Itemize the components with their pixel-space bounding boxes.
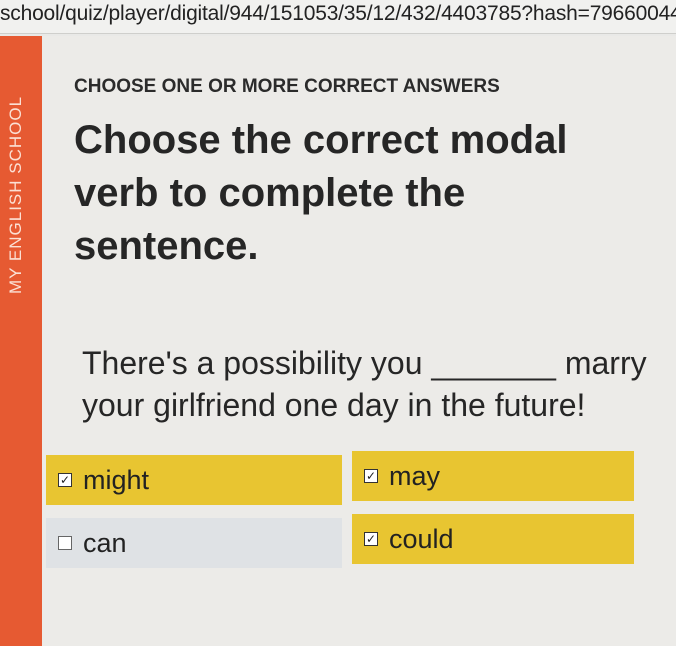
answer-option-could[interactable]: ✓ could	[352, 514, 634, 564]
checkbox-empty-icon[interactable]	[58, 536, 72, 550]
address-bar[interactable]: school/quiz/player/digital/944/151053/35…	[0, 0, 676, 34]
answer-label: can	[83, 527, 127, 558]
brand-sidebar: MY ENGLISH SCHOOL	[0, 36, 42, 646]
question-title: Choose the correct modal verb to complet…	[74, 118, 568, 268]
answer-option-might[interactable]: ✓ might	[46, 455, 342, 505]
answer-label: could	[389, 523, 454, 554]
answer-label: might	[83, 464, 150, 495]
brand-logo-text: MY ENGLISH SCHOOL	[6, 95, 25, 294]
checkbox-checked-icon[interactable]: ✓	[58, 473, 72, 487]
checkbox-checked-icon[interactable]: ✓	[364, 532, 378, 546]
question-sentence: There's a possibility you _______ marry …	[82, 345, 647, 423]
answer-label: may	[389, 460, 441, 491]
instruction-text: CHOOSE ONE OR MORE CORRECT ANSWERS	[74, 76, 500, 97]
answer-option-may[interactable]: ✓ may	[352, 451, 634, 501]
checkbox-checked-icon[interactable]: ✓	[364, 469, 378, 483]
url-text[interactable]: school/quiz/player/digital/944/151053/35…	[0, 2, 676, 26]
answer-option-can[interactable]: can	[46, 518, 342, 568]
